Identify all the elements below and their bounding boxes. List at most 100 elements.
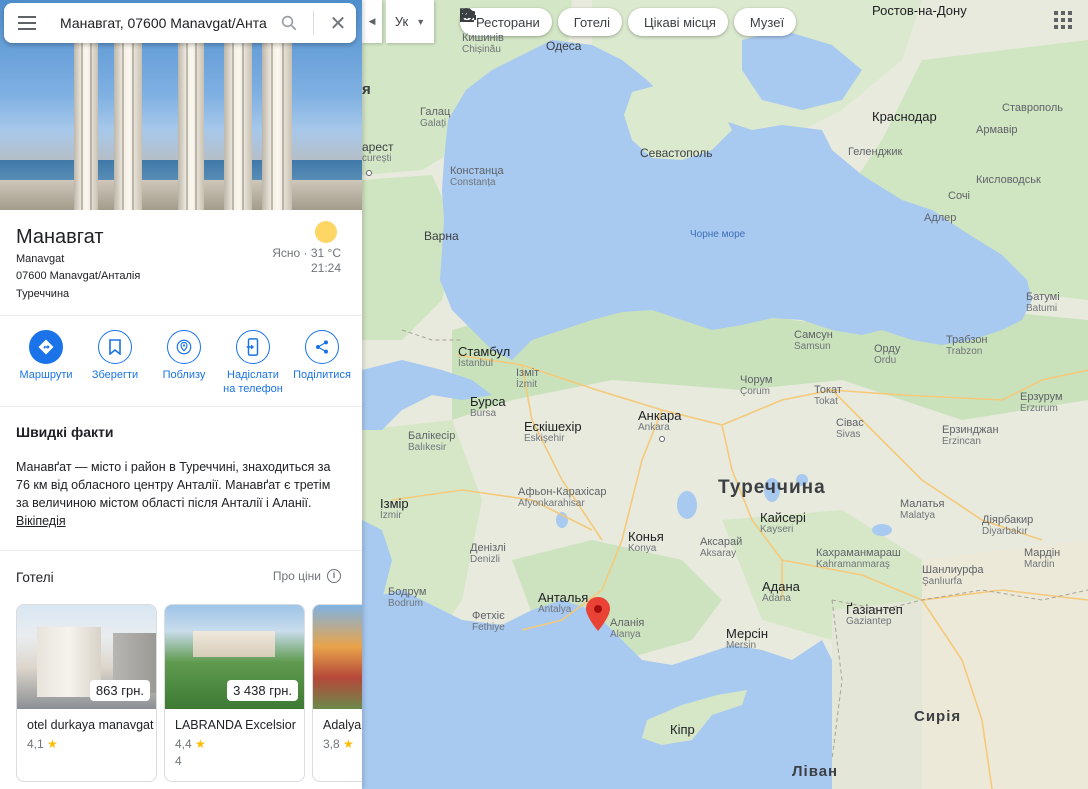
hotel-name: otel durkaya manavgat [27, 718, 154, 732]
city-dot [659, 436, 665, 442]
hotel-rating: 4,4 ★ [175, 737, 206, 751]
send-to-phone-button[interactable]: Надіслати на телефон [221, 330, 285, 396]
weather-info: Ясно · 31 °C 21:24 [272, 246, 341, 275]
hotel-price: 3 438 грн. [227, 680, 298, 701]
map-label: Кишинів Chișinău [462, 32, 504, 55]
hotel-photo: 3 438 грн. [165, 605, 304, 709]
sunny-weather-icon [315, 221, 337, 243]
nearby-label: Поблизу [162, 369, 206, 381]
share-icon [305, 330, 339, 364]
map-label: Сочі [948, 190, 970, 202]
map-label: Туреччина [718, 477, 826, 498]
close-icon[interactable]: ✕ [320, 3, 356, 43]
map-label: Ізмір İzmir [380, 496, 409, 521]
city-dot [366, 170, 372, 176]
map-label: Малатья Malatya [900, 498, 945, 521]
hotel-name: LABRANDA Excelsior [175, 718, 296, 732]
share-button[interactable]: Поділитися [290, 330, 354, 396]
hamburger-menu-icon[interactable] [4, 3, 50, 43]
map-label: арест curești [362, 140, 394, 164]
save-label: Зберегти [91, 369, 139, 381]
place-latin-name: Manavgat [16, 253, 65, 265]
map-label: Трабзон Trabzon [946, 334, 988, 357]
apps-grid-icon[interactable] [1054, 11, 1072, 29]
map-label: Кайсері Kayseri [760, 510, 806, 535]
map-label: Орду Ordu [874, 343, 901, 366]
hotels-heading: Готелі [16, 570, 54, 585]
info-icon: i [327, 569, 341, 583]
local-time: 21:24 [310, 261, 341, 275]
map-label: Чорум Çorum [740, 374, 773, 397]
google-maps-window: Манавгат, 07600 Manavgat/Анта ✕ Манавгат… [0, 0, 1088, 789]
map-label: Мерсін Mersin [726, 626, 769, 651]
language-button[interactable]: Ук ▼ [386, 0, 434, 43]
map-label: Фетхіє Fethiye [472, 610, 505, 633]
map-label: Сівас Sivas [836, 417, 864, 440]
map-label: Геленджик [848, 146, 903, 158]
search-input[interactable]: Манавгат, 07600 Manavgat/Анта [50, 15, 271, 31]
hotel-photo [313, 605, 362, 709]
divider [0, 550, 362, 551]
map-label: Ерзинджан Erzincan [942, 424, 999, 447]
divider [0, 406, 362, 407]
map-label: Галац Galați [420, 106, 451, 129]
map-label: Адлер [924, 212, 957, 224]
map-label: Бодрум Bodrum [388, 586, 427, 609]
map-label: Кахраманмараш Kahramanmaraş [816, 547, 901, 570]
hotel-card[interactable]: 863 грн. otel durkaya manavgat 4,1 ★ [16, 604, 157, 782]
category-chips: Ресторани Готелі Цікаві місця Музеї [460, 8, 797, 36]
map-label: Краснодар [872, 109, 937, 124]
map-label: Балікесір Balıkesir [408, 430, 456, 453]
place-country: Туреччина [16, 288, 70, 300]
map-label: Ізміт İzmit [516, 367, 540, 390]
bookmark-icon [98, 330, 132, 364]
place-panel: Манавгат, 07600 Manavgat/Анта ✕ Манавгат… [0, 0, 362, 789]
map-canvas[interactable]: ◀ Ук ▼ Ресторани Готелі Цікаві місця Муз… [362, 0, 1088, 789]
star-icon: ★ [195, 737, 206, 751]
collapse-panel-button[interactable]: ◀ [362, 0, 382, 43]
divider [0, 315, 362, 316]
hotel-rating: 3,8 ★ [323, 737, 354, 751]
map-label: Денізлі Denizli [470, 542, 506, 565]
chip-hotels[interactable]: Готелі [460, 8, 622, 36]
action-bar: Маршрути Зберегти Поблизу Надіслати на те… [14, 330, 354, 396]
nearby-button[interactable]: Поблизу [152, 330, 216, 396]
wikipedia-link[interactable]: Вікіпедія [16, 514, 66, 528]
hotel-card[interactable]: Adalya 3,8 ★ [312, 604, 362, 782]
place-address: 07600 Manavgat/Анталія [16, 270, 141, 282]
map-label: Кисловодськ [976, 174, 1041, 186]
quick-facts-heading: Швидкі факти [16, 424, 114, 440]
about-prices-button[interactable]: Про ціни i [273, 569, 341, 583]
map-label: Анталья Antalya [538, 590, 589, 615]
place-title: Манавгат [16, 226, 104, 248]
hotel-card[interactable]: 3 438 грн. LABRANDA Excelsior 4,4 ★ 4 [164, 604, 305, 782]
hotel-price: 863 грн. [89, 680, 150, 701]
map-label: Кіпр [670, 722, 695, 737]
map-label: Афьон-Карахісар Afyonkarahisar [518, 486, 607, 509]
share-label: Поділитися [293, 369, 351, 381]
map-label: Стамбул İstanbul [458, 344, 511, 369]
search-icon[interactable] [271, 3, 307, 43]
map-label: Чорне море [690, 229, 746, 240]
directions-button[interactable]: Маршрути [14, 330, 78, 396]
hotel-name: Adalya [323, 718, 362, 732]
nearby-icon [167, 330, 201, 364]
map-label: Севастополь [640, 146, 713, 160]
map-label: Адана Adana [762, 579, 800, 604]
map-label: Ставрополь [1002, 102, 1064, 114]
save-button[interactable]: Зберегти [83, 330, 147, 396]
search-box: Манавгат, 07600 Manavgat/Анта ✕ [4, 3, 356, 43]
map-label: Анкара Ankara [638, 408, 682, 433]
map-label: Шанлиурфа Şanlıurfa [922, 564, 984, 587]
map-label: Конья Konya [628, 529, 664, 554]
map-label: Констанца Constanța [450, 165, 504, 188]
map-label: Ліван [792, 763, 839, 780]
star-icon: ★ [343, 737, 354, 751]
chip-attractions[interactable]: Цікаві місця [460, 8, 728, 36]
map-label: Аксарай Aksaray [700, 536, 743, 559]
chip-museums[interactable]: Музеї [460, 8, 797, 36]
map-label: Мардін Mardin [1024, 547, 1061, 570]
map-label: Ескішехір Eskişehir [524, 419, 582, 444]
map-label: Ростов-на-Дону [872, 3, 967, 18]
quick-facts-text: Манавґат — місто і район в Туреччині, зн… [16, 460, 331, 528]
